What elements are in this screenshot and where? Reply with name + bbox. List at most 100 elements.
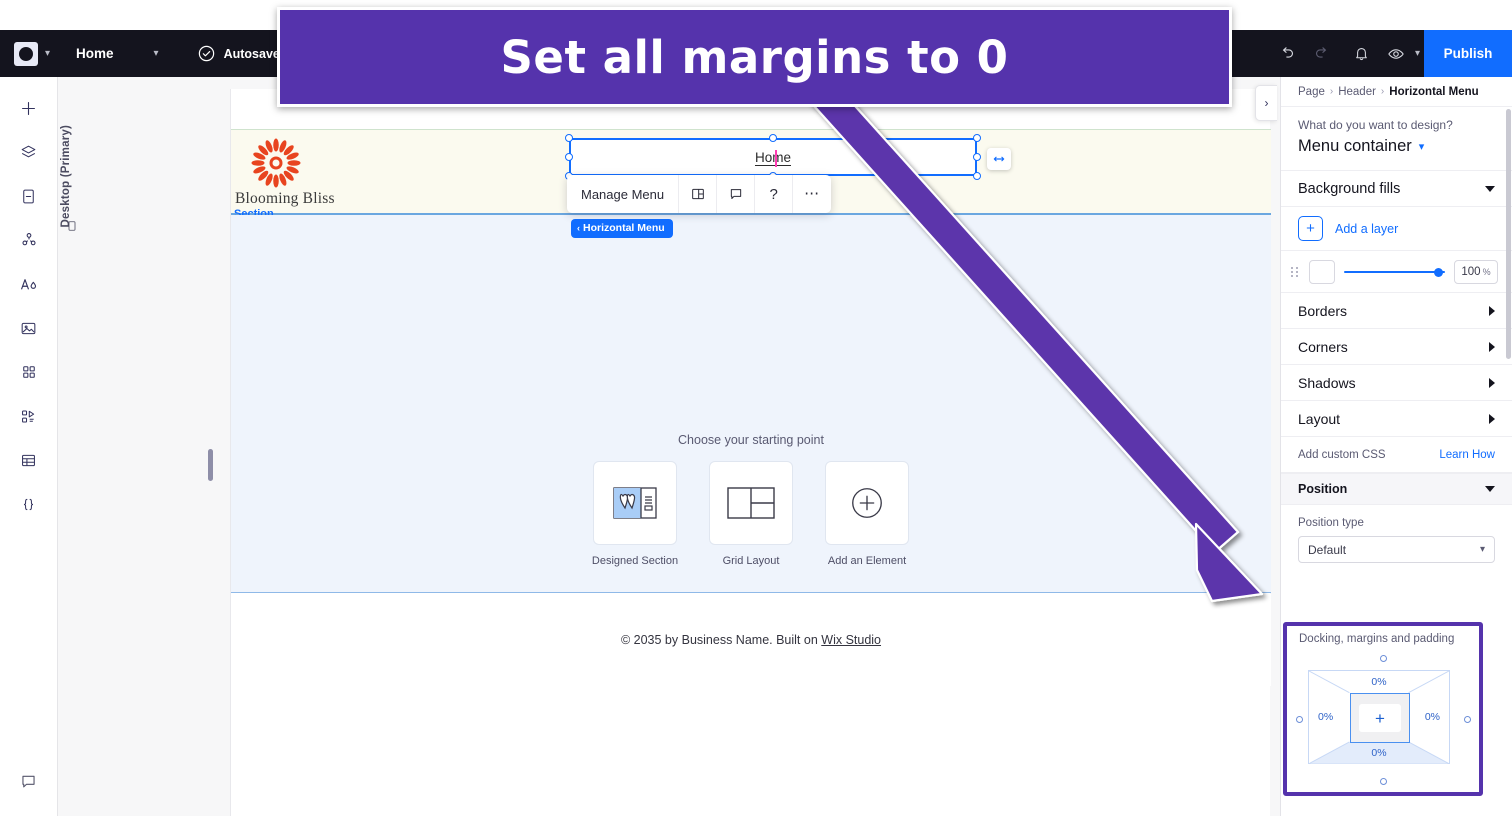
dataset-table-icon[interactable] bbox=[9, 441, 49, 479]
preview-toggle[interactable]: ▾ bbox=[1379, 45, 1424, 63]
horizontal-resize-icon[interactable] bbox=[987, 148, 1011, 170]
drag-grip-icon[interactable] bbox=[1291, 266, 1300, 278]
panel-scrollbar[interactable] bbox=[1506, 109, 1511, 669]
margin-right-value[interactable]: 0% bbox=[1425, 711, 1440, 723]
resize-handle-br[interactable] bbox=[973, 172, 981, 180]
designed-section-icon bbox=[593, 461, 677, 545]
background-fills-section[interactable]: Background fills bbox=[1281, 171, 1512, 207]
opacity-value-input[interactable]: 100 % bbox=[1454, 259, 1498, 284]
design-target-value: Menu container bbox=[1298, 137, 1412, 155]
starting-point-title: Choose your starting point bbox=[678, 433, 824, 447]
menu-container-selection[interactable]: Home bbox=[565, 134, 981, 180]
text-caret bbox=[775, 150, 777, 167]
position-type-block: Position type Default ▾ bbox=[1281, 505, 1512, 577]
text-theme-icon[interactable] bbox=[9, 265, 49, 303]
opacity-unit: % bbox=[1482, 266, 1491, 277]
site-body-section[interactable]: Choose your starting point Designed Sect… bbox=[231, 215, 1271, 593]
background-fills-label: Background fills bbox=[1298, 180, 1401, 197]
breadcrumb: Page › Header › Horizontal Menu bbox=[1281, 77, 1512, 107]
breadcrumb-item-page[interactable]: Page bbox=[1298, 86, 1325, 98]
bell-icon[interactable] bbox=[1345, 30, 1379, 77]
media-image-icon[interactable] bbox=[9, 309, 49, 347]
caret-right-icon bbox=[1489, 413, 1495, 424]
dock-anchor-top[interactable] bbox=[1380, 655, 1387, 662]
apps-grid-icon[interactable] bbox=[9, 353, 49, 391]
card-label: Add an Element bbox=[827, 555, 907, 567]
custom-css-label[interactable]: Add custom CSS bbox=[1298, 449, 1386, 461]
resize-handle-mr[interactable] bbox=[973, 153, 981, 161]
monitor-icon bbox=[66, 219, 78, 237]
add-layer-label: Add a layer bbox=[1335, 221, 1399, 236]
code-braces-icon[interactable] bbox=[9, 485, 49, 523]
corners-label: Corners bbox=[1298, 338, 1348, 355]
grid-layout-icon bbox=[709, 461, 793, 545]
resize-handle-tr[interactable] bbox=[973, 134, 981, 142]
caret-down-icon bbox=[1485, 486, 1495, 492]
breadcrumb-current: Horizontal Menu bbox=[1389, 85, 1479, 98]
plus-add-icon[interactable] bbox=[9, 89, 49, 127]
chip-label: Horizontal Menu bbox=[583, 222, 665, 234]
interactions-icon[interactable] bbox=[9, 397, 49, 435]
menu-item-home[interactable]: Home bbox=[755, 150, 791, 165]
plus-circle-icon bbox=[825, 461, 909, 545]
plus-icon[interactable]: + bbox=[1359, 704, 1401, 732]
layers-icon[interactable] bbox=[9, 133, 49, 171]
margin-top-value[interactable]: 0% bbox=[1371, 676, 1386, 688]
caret-down-icon bbox=[1485, 185, 1495, 192]
dock-anchor-right[interactable] bbox=[1464, 716, 1471, 723]
layout-panel-icon[interactable] bbox=[679, 175, 718, 213]
chevron-down-icon[interactable]: ▾ bbox=[154, 48, 159, 59]
card-grid-layout[interactable]: Grid Layout bbox=[708, 461, 794, 567]
site-footer-section[interactable]: © 2035 by Business Name. Built on Wix St… bbox=[231, 594, 1271, 686]
scrollbar-thumb[interactable] bbox=[1506, 109, 1511, 359]
margin-bottom-value[interactable]: 0% bbox=[1371, 747, 1386, 759]
color-swatch[interactable] bbox=[1309, 259, 1335, 284]
margin-left-value[interactable]: 0% bbox=[1318, 711, 1333, 723]
corners-row[interactable]: Corners bbox=[1281, 329, 1512, 365]
top-bar-left: ▾ Home ▾ Autosave on bbox=[0, 41, 299, 66]
card-designed-section[interactable]: Designed Section bbox=[592, 461, 678, 567]
wix-studio-logo-icon[interactable] bbox=[14, 41, 38, 66]
resize-handle-ml[interactable] bbox=[565, 153, 573, 161]
more-dots-icon[interactable]: ⋯ bbox=[793, 175, 831, 213]
left-rail bbox=[0, 77, 58, 816]
learn-how-link[interactable]: Learn How bbox=[1439, 449, 1495, 461]
plus-icon: + bbox=[1298, 216, 1323, 241]
selected-element-chip[interactable]: ‹ Horizontal Menu bbox=[571, 219, 673, 238]
card-label: Designed Section bbox=[591, 555, 679, 567]
position-type-select[interactable]: Default ▾ bbox=[1298, 536, 1495, 563]
pages-icon[interactable] bbox=[9, 177, 49, 215]
dock-anchor-left[interactable] bbox=[1296, 716, 1303, 723]
borders-row[interactable]: Borders bbox=[1281, 293, 1512, 329]
design-question: What do you want to design? bbox=[1298, 118, 1453, 132]
collapse-panel-button[interactable]: › bbox=[1255, 85, 1277, 121]
position-section-header[interactable]: Position bbox=[1281, 473, 1512, 505]
shadows-row[interactable]: Shadows bbox=[1281, 365, 1512, 401]
breadcrumb-item-header[interactable]: Header bbox=[1338, 86, 1376, 98]
layout-row[interactable]: Layout bbox=[1281, 401, 1512, 437]
redo-icon[interactable] bbox=[1305, 30, 1339, 77]
resize-handle-tl[interactable] bbox=[565, 134, 573, 142]
help-question-icon[interactable]: ? bbox=[755, 175, 794, 213]
callout-banner: Set all margins to 0 bbox=[277, 7, 1232, 107]
footer-link-wix-studio[interactable]: Wix Studio bbox=[821, 633, 881, 647]
caret-right-icon bbox=[1489, 377, 1495, 388]
chevron-down-icon[interactable]: ▾ bbox=[45, 48, 50, 59]
chat-bubble-icon[interactable] bbox=[9, 762, 49, 800]
cms-icon[interactable] bbox=[9, 221, 49, 259]
resize-handle-tc[interactable] bbox=[769, 134, 777, 142]
design-target-dropdown[interactable]: Menu container ▾ bbox=[1298, 137, 1495, 156]
undo-icon[interactable] bbox=[1271, 30, 1305, 77]
comment-icon[interactable] bbox=[717, 175, 756, 213]
opacity-slider[interactable] bbox=[1344, 265, 1445, 279]
canvas-resize-handle[interactable] bbox=[208, 449, 213, 481]
add-layer-row[interactable]: + Add a layer bbox=[1281, 207, 1512, 251]
card-add-element[interactable]: Add an Element bbox=[824, 461, 910, 567]
page-name-label[interactable]: Home bbox=[76, 46, 114, 61]
publish-button[interactable]: Publish bbox=[1424, 30, 1512, 77]
footer-prefix: © 2035 by Business Name. Built on bbox=[620, 633, 822, 647]
device-label: Desktop (Primary) bbox=[60, 125, 72, 228]
dock-anchor-bottom[interactable] bbox=[1380, 778, 1387, 785]
manage-menu-button[interactable]: Manage Menu bbox=[567, 175, 680, 213]
chevron-right-icon: › bbox=[1264, 96, 1269, 110]
